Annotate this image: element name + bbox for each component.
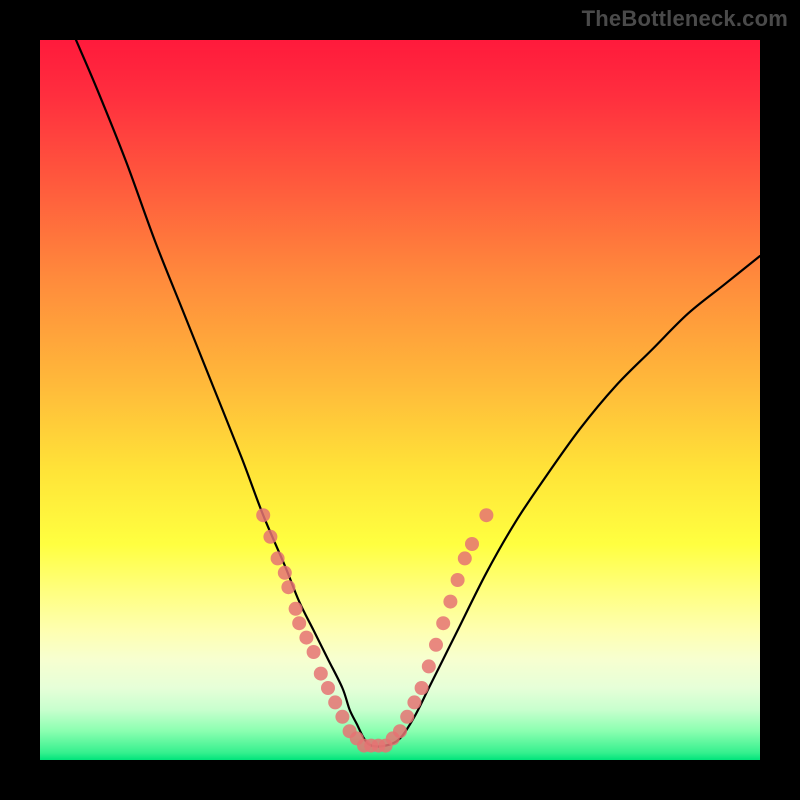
data-marker bbox=[429, 638, 443, 652]
watermark-text: TheBottleneck.com bbox=[582, 6, 788, 32]
data-marker bbox=[292, 616, 306, 630]
data-marker bbox=[443, 595, 457, 609]
curve-svg bbox=[40, 40, 760, 760]
data-marker bbox=[393, 724, 407, 738]
chart-frame: TheBottleneck.com bbox=[0, 0, 800, 800]
data-marker bbox=[263, 530, 277, 544]
data-marker bbox=[400, 710, 414, 724]
data-marker bbox=[479, 508, 493, 522]
data-marker bbox=[335, 710, 349, 724]
data-marker bbox=[281, 580, 295, 594]
data-marker bbox=[289, 602, 303, 616]
data-marker bbox=[299, 631, 313, 645]
data-marker bbox=[307, 645, 321, 659]
data-marker bbox=[415, 681, 429, 695]
data-marker bbox=[451, 573, 465, 587]
data-marker bbox=[422, 659, 436, 673]
data-marker bbox=[458, 551, 472, 565]
data-marker bbox=[314, 667, 328, 681]
bottleneck-curve bbox=[76, 40, 760, 747]
data-marker bbox=[465, 537, 479, 551]
data-marker bbox=[256, 508, 270, 522]
data-marker bbox=[271, 551, 285, 565]
data-marker bbox=[278, 566, 292, 580]
data-marker bbox=[407, 695, 421, 709]
data-marker bbox=[328, 695, 342, 709]
plot-area bbox=[40, 40, 760, 760]
data-marker bbox=[436, 616, 450, 630]
data-marker bbox=[321, 681, 335, 695]
